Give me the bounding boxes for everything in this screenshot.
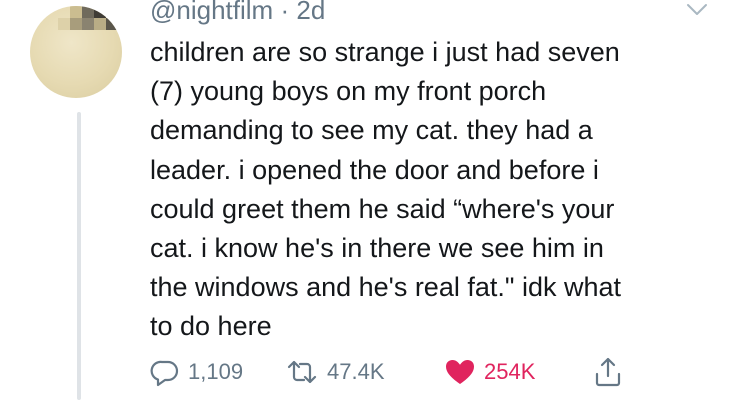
avatar[interactable]: [30, 6, 122, 98]
reply-icon: [150, 357, 180, 387]
heart-icon: [444, 357, 476, 387]
tweet-text-line: leader. i opened the door and before i: [150, 154, 599, 185]
tweet-text-line: to do here: [150, 311, 272, 342]
tweet-text-line: cat. i know he's in there we see him in: [150, 233, 604, 264]
tweet-text-line: children are so strange i just had seven: [150, 37, 620, 67]
tweet-text-line: demanding to see my cat. they had a: [150, 115, 593, 146]
retweet-icon: [285, 357, 319, 387]
timestamp[interactable]: 2d: [296, 0, 325, 25]
tweet-text-line: the windows and he's real fat." idk what: [150, 272, 621, 303]
tweet-text: children are so strange i just had seven…: [150, 33, 730, 347]
tweet-text-line: could greet them he said “where's your: [150, 193, 615, 224]
tweet-text-line: (7) young boys on my front porch: [150, 76, 547, 107]
reply-button[interactable]: 1,109: [150, 352, 243, 392]
user-handle[interactable]: @nightfilm: [150, 0, 273, 25]
tweet-actions: 1,109 47.4K 254K: [150, 352, 720, 392]
share-button[interactable]: [593, 352, 623, 392]
avatar-pixelation: [30, 6, 122, 98]
separator-dot: ·: [280, 0, 290, 25]
reply-count: 1,109: [188, 359, 244, 384]
retweet-count: 47.4K: [327, 359, 385, 384]
like-count: 254K: [484, 359, 536, 384]
tweet-header: @nightfilm · 2d: [150, 0, 325, 26]
thread-line: [77, 112, 81, 400]
share-icon: [593, 356, 623, 388]
like-button[interactable]: 254K: [444, 352, 535, 392]
retweet-button[interactable]: 47.4K: [285, 352, 385, 392]
chevron-down-icon[interactable]: [686, 2, 708, 18]
